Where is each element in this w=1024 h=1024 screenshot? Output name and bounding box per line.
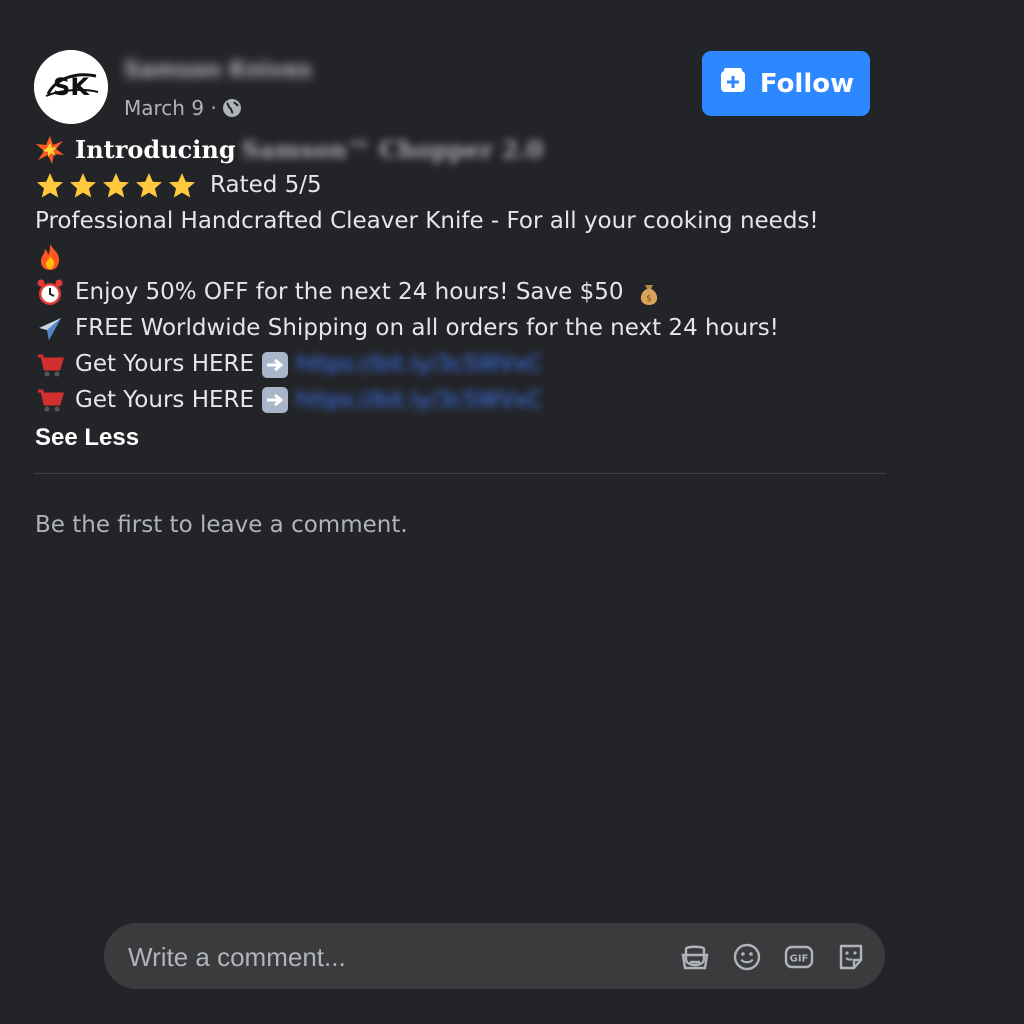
description-text: Professional Handcrafted Cleaver Knife -… xyxy=(35,207,819,234)
post-date[interactable]: March 9 · xyxy=(124,96,217,120)
money-bag-emoji-icon: $ xyxy=(634,278,664,308)
follow-button[interactable]: Follow xyxy=(702,51,870,116)
cta-line-2: Get Yours HERE https://bit.ly/3c5WVxC xyxy=(35,383,905,419)
shopping-cart-emoji-icon xyxy=(35,350,65,380)
cta-line-1: Get Yours HERE https://bit.ly/3c5WVxC xyxy=(35,347,905,383)
star-icon xyxy=(35,171,65,201)
sticker-icon[interactable] xyxy=(835,941,867,973)
product-name: Samson™ Chopper 2.0 xyxy=(241,135,544,164)
see-less-link[interactable]: See Less xyxy=(35,420,905,456)
svg-text:$: $ xyxy=(646,294,652,304)
comment-input[interactable] xyxy=(126,923,650,991)
star-icon xyxy=(167,171,197,201)
post-meta: March 9 · xyxy=(124,96,243,120)
shipping-text: FREE Worldwide Shipping on all orders fo… xyxy=(75,314,779,341)
star-icon xyxy=(101,171,131,201)
right-arrow-emoji-icon xyxy=(262,351,289,378)
gif-icon[interactable]: GIF xyxy=(783,941,815,973)
cta-text-1: Get Yours HERE xyxy=(75,350,255,377)
intro-line: Introducing Samson™ Chopper 2.0 xyxy=(35,132,905,168)
post-body: Introducing Samson™ Chopper 2.0 Rated 5/… xyxy=(35,132,905,456)
globe-icon xyxy=(221,97,243,119)
fire-emoji-icon xyxy=(35,242,65,272)
avatar-initials: SK xyxy=(53,73,90,101)
emoji-icon[interactable] xyxy=(731,941,763,973)
empty-comments-text: Be the first to leave a comment. xyxy=(35,512,408,538)
svg-text:GIF: GIF xyxy=(790,954,809,965)
offer-text: Enjoy 50% OFF for the next 24 hours! Sav… xyxy=(75,279,624,306)
alarm-clock-emoji-icon xyxy=(35,278,65,308)
fire-line xyxy=(35,239,905,275)
right-arrow-emoji-icon xyxy=(262,387,289,414)
shipping-line: FREE Worldwide Shipping on all orders fo… xyxy=(35,311,905,347)
page-avatar[interactable]: SK xyxy=(34,50,108,124)
airplane-emoji-icon xyxy=(35,314,65,344)
collision-emoji-icon xyxy=(35,135,65,165)
five-stars xyxy=(35,171,200,201)
star-icon xyxy=(68,171,98,201)
rating-line: Rated 5/5 xyxy=(35,168,905,204)
follow-label: Follow xyxy=(759,68,855,99)
rating-text: Rated 5/5 xyxy=(210,171,322,198)
product-link-2[interactable]: https://bit.ly/3c5WVxC xyxy=(296,383,542,419)
cta-text-2: Get Yours HERE xyxy=(75,386,255,413)
add-page-icon xyxy=(718,65,748,102)
product-link-1[interactable]: https://bit.ly/3c5WVxC xyxy=(296,347,542,383)
shopping-cart-emoji-icon xyxy=(35,385,65,415)
intro-word: Introducing xyxy=(75,135,236,164)
page-name[interactable]: Samson Knives xyxy=(124,58,312,83)
offer-line: Enjoy 50% OFF for the next 24 hours! Sav… xyxy=(35,275,905,311)
star-icon xyxy=(134,171,164,201)
post-card: SK Samson Knives March 9 · Follow Introd… xyxy=(0,0,1024,1024)
divider xyxy=(34,473,886,474)
avatar-sticker-icon[interactable] xyxy=(679,941,711,973)
description-line: Professional Handcrafted Cleaver Knife -… xyxy=(35,204,905,240)
comment-composer: GIF xyxy=(104,923,885,991)
